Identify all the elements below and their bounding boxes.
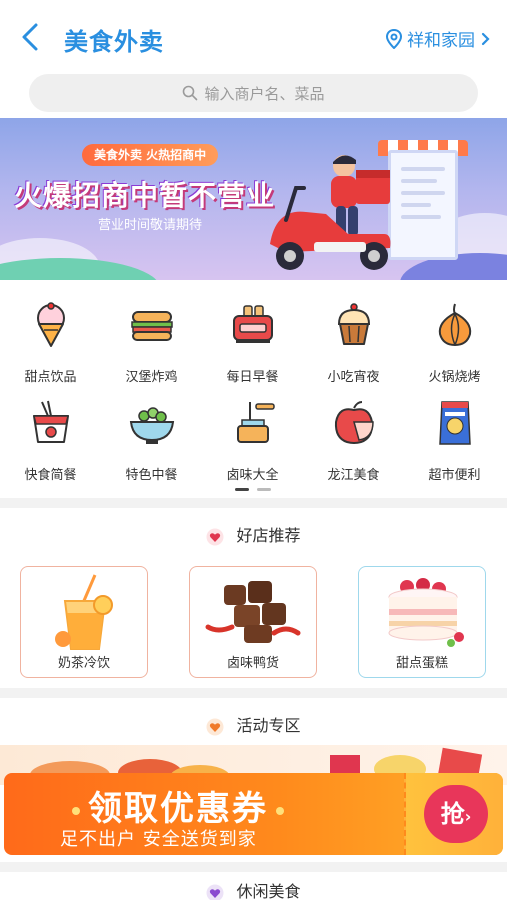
back-arrow-icon[interactable] — [18, 22, 44, 52]
braised-duck-image — [205, 581, 301, 643]
promo-banner[interactable]: 美食外卖 火热招商中 火爆招商中暂不营业 营业时间敬请期待 — [0, 118, 507, 280]
coupon-subtitle: 足不出户 安全送货到家 — [60, 829, 257, 850]
location-pin-icon — [385, 28, 403, 49]
category-label: 汉堡炸鸡 — [125, 370, 178, 385]
apple-icon — [334, 401, 374, 444]
honey-jar-icon — [236, 402, 275, 443]
shop-card-braised-duck[interactable]: 卤味鸭货 — [189, 566, 317, 678]
recommend-title: 好店推荐 — [236, 526, 301, 545]
hill-decoration — [0, 258, 160, 280]
category-label: 火锅烧烤 — [428, 370, 481, 385]
onion-icon — [438, 303, 471, 347]
category-label: 超市便利 — [428, 468, 481, 483]
top-bar: 美食外卖 祥和家园 — [0, 0, 507, 74]
category-fast-food[interactable]: 快食简餐 — [0, 398, 101, 483]
heart-icon — [206, 528, 224, 545]
page-title: 美食外卖 — [64, 28, 164, 56]
grab-label: 抢 — [440, 800, 465, 828]
banner-tag: 美食外卖 火热招商中 — [82, 144, 219, 166]
ice-cream-icon — [36, 302, 65, 347]
category-label: 特色中餐 — [125, 468, 178, 483]
noodle-box-icon — [32, 400, 69, 443]
banner-headline: 火爆招商中暂不营业 — [14, 179, 276, 212]
category-pager — [235, 488, 271, 491]
milk-tea-image — [55, 574, 113, 650]
search-icon — [183, 85, 198, 101]
shop-card-milk-tea[interactable]: 奶茶冷饮 — [20, 566, 148, 678]
shop-card-label: 甜点蛋糕 — [395, 656, 448, 671]
category-braised-food[interactable]: 卤味大全 — [202, 398, 303, 483]
shop-card-dessert-cake[interactable]: 甜点蛋糕 — [358, 566, 486, 678]
cake-image — [388, 578, 464, 647]
category-grid: 甜点饮品 汉堡炸鸡 每日早餐 小吃宵夜 火锅烧烤 快食简餐 特色中餐 卤味大全 … — [0, 282, 507, 492]
category-label: 快食简餐 — [24, 468, 77, 483]
location-selector[interactable]: 祥和家园 — [385, 26, 491, 51]
shop-board — [388, 150, 458, 260]
shop-card-label: 卤味鸭货 — [226, 656, 279, 671]
category-label: 龙江美食 — [327, 468, 380, 483]
chevron-right-icon: › — [464, 807, 472, 826]
pager-dot-active[interactable] — [235, 488, 249, 491]
location-label: 祥和家园 — [407, 31, 475, 51]
category-label: 小吃宵夜 — [327, 370, 380, 385]
category-label: 每日早餐 — [226, 370, 279, 385]
chevron-right-icon — [481, 32, 490, 45]
recommend-header: 好店推荐 — [0, 522, 507, 546]
section-divider — [0, 862, 507, 872]
category-breakfast[interactable]: 每日早餐 — [202, 300, 303, 385]
pager-dot[interactable] — [257, 488, 271, 491]
category-hotpot-bbq[interactable]: 火锅烧烤 — [404, 300, 505, 385]
category-supermarket[interactable]: 超市便利 — [404, 398, 505, 483]
category-burger-chicken[interactable]: 汉堡炸鸡 — [101, 300, 202, 385]
search-placeholder: 输入商户名、菜品 — [204, 84, 325, 103]
coupon-title: 领取优惠券 — [64, 781, 292, 830]
coupon-banner[interactable]: 领取优惠券 足不出户 安全送货到家 抢› — [4, 773, 503, 855]
search-input[interactable]: 输入商户名、菜品 — [29, 74, 478, 112]
category-dessert-drinks[interactable]: 甜点饮品 — [0, 300, 101, 385]
coupon-title-text: 领取优惠券 — [88, 789, 268, 829]
activity-header: 活动专区 — [0, 712, 507, 736]
section-divider — [0, 688, 507, 698]
category-longjiang-food[interactable]: 龙江美食 — [303, 398, 404, 483]
sandwich-icon — [130, 311, 173, 341]
banner-subline: 营业时间敬请期待 — [98, 218, 203, 233]
shop-card-label: 奶茶冷饮 — [57, 656, 110, 671]
dot-decoration — [72, 806, 80, 815]
salad-bowl-icon — [129, 407, 174, 444]
leisure-header: 休闲美食 — [0, 878, 507, 900]
heart-icon — [206, 884, 224, 900]
section-divider — [0, 498, 507, 508]
category-label: 卤味大全 — [226, 468, 279, 483]
dot-decoration — [276, 806, 284, 815]
grab-coupon-button[interactable]: 抢› — [424, 785, 488, 843]
category-chinese-special[interactable]: 特色中餐 — [101, 398, 202, 483]
toaster-icon — [232, 305, 273, 343]
muffin-icon — [337, 303, 370, 345]
category-label: 甜点饮品 — [24, 370, 77, 385]
leisure-title: 休闲美食 — [236, 882, 301, 900]
heart-icon — [206, 718, 224, 735]
activity-title: 活动专区 — [236, 716, 301, 735]
category-snack-nightfood[interactable]: 小吃宵夜 — [303, 300, 404, 385]
snack-bag-icon — [438, 401, 471, 445]
delivery-scooter-illustration — [270, 155, 391, 270]
